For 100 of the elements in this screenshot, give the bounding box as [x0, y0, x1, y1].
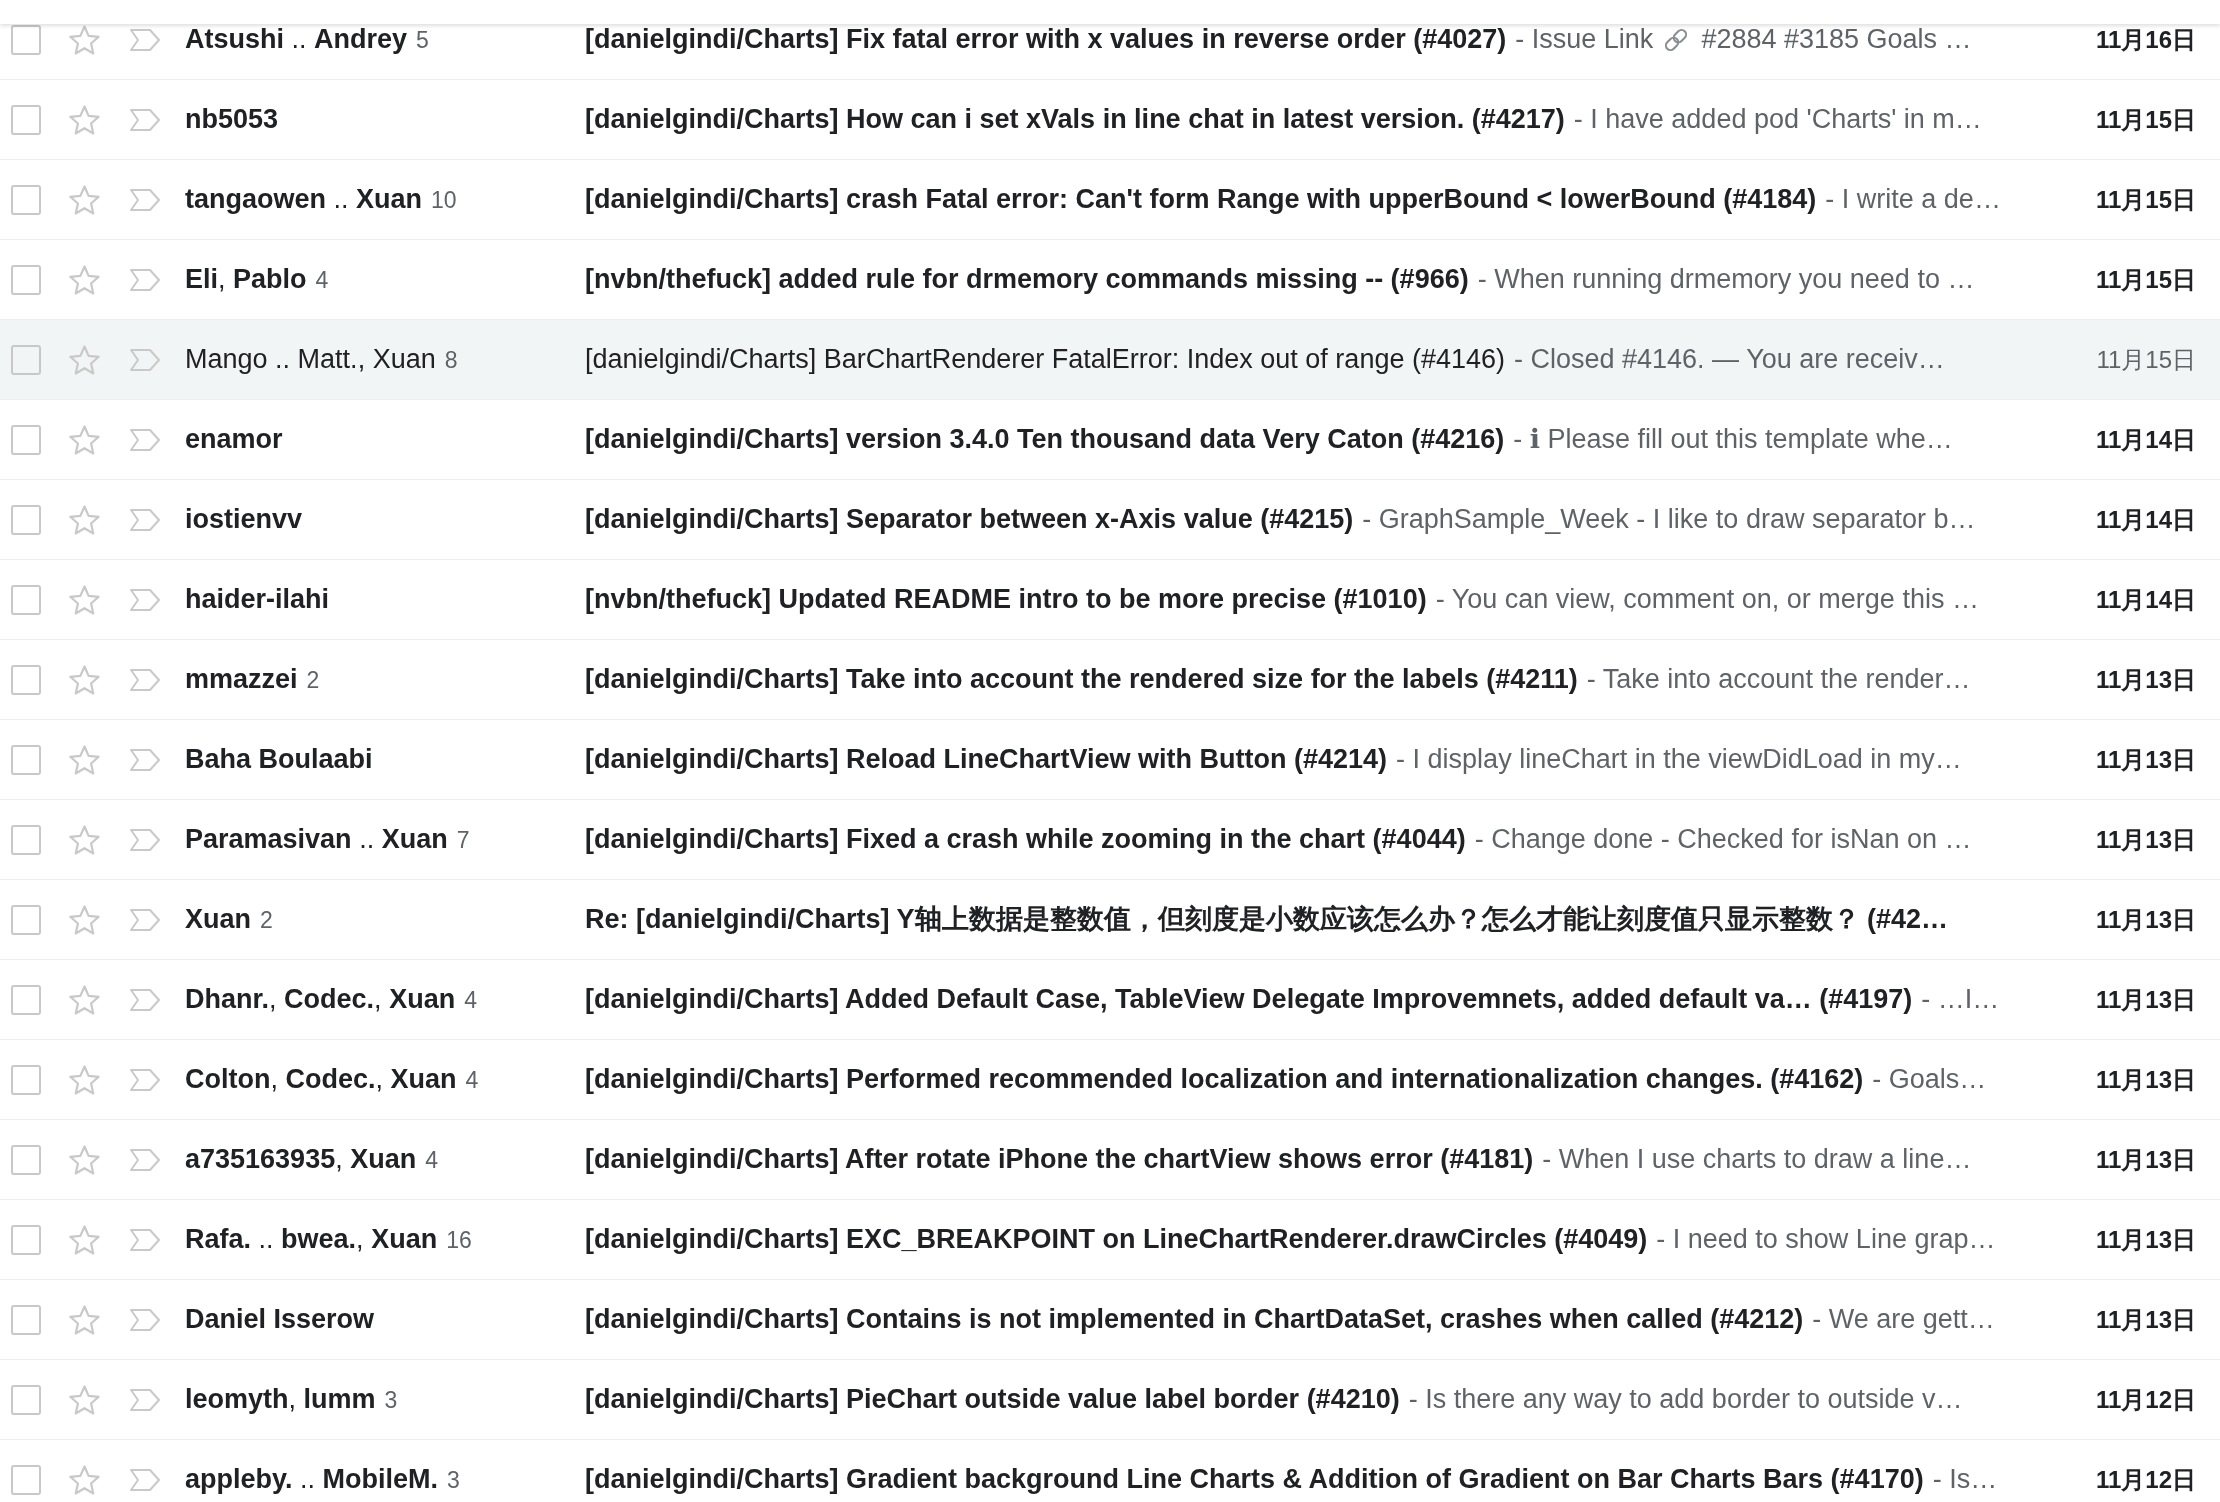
checkbox[interactable] [11, 1144, 41, 1175]
thread-count: 4 [425, 1149, 438, 1172]
email-snippet: - When running drmemory you need to … [1477, 266, 1975, 293]
star-icon[interactable] [69, 264, 100, 295]
sender-names: Atsushi .. Andrey [185, 26, 408, 53]
thread-count: 2 [260, 909, 273, 932]
tag-icon[interactable] [129, 1147, 161, 1172]
star-icon[interactable] [69, 1144, 100, 1175]
email-subject: [danielgindi/Charts] How can i set xVals in line chat in latest version. (#4217) [585, 106, 1565, 133]
thread-count: 16 [446, 1229, 472, 1252]
checkbox[interactable] [11, 344, 41, 375]
tag-icon[interactable] [129, 587, 161, 612]
star-icon[interactable] [69, 184, 100, 215]
email-subject: [danielgindi/Charts] Fix fatal error with x values in reverse order (#4027) [585, 26, 1507, 53]
email-date: 11月13日 [2095, 827, 2196, 852]
tag-icon[interactable] [129, 1227, 161, 1252]
checkbox[interactable] [11, 744, 41, 775]
star-icon[interactable] [69, 1384, 100, 1415]
sender-names: Colton, Codec., Xuan [185, 1066, 457, 1093]
star-icon[interactable] [69, 1064, 100, 1095]
checkbox[interactable] [11, 424, 41, 455]
email-subject: [danielgindi/Charts] Take into account the rendered size for the labels (#4211) [585, 666, 1578, 693]
tag-icon[interactable] [129, 507, 161, 532]
sender-names: enamor [185, 426, 283, 453]
link-icon [1663, 26, 1690, 53]
star-icon[interactable] [69, 984, 100, 1015]
sender-names: Rafa. .. bwea., Xuan [185, 1226, 438, 1253]
email-date: 11月15日 [2095, 107, 2196, 132]
tag-icon[interactable] [129, 1307, 161, 1332]
checkbox[interactable] [11, 824, 41, 855]
email-snippet: #2884 #3185 Goals … [1701, 26, 1972, 53]
star-icon[interactable] [69, 504, 100, 535]
email-subject: [danielgindi/Charts] Gradient background Line Charts & Addition of Gradient on Bar Charts Bars (#4170) [585, 1466, 1924, 1493]
tag-icon[interactable] [129, 1467, 161, 1492]
star-icon[interactable] [69, 744, 100, 775]
star-icon[interactable] [69, 344, 100, 375]
tag-icon[interactable] [129, 1067, 161, 1092]
checkbox[interactable] [11, 264, 41, 295]
sender-names: Daniel Isserow [185, 1306, 375, 1333]
checkbox[interactable] [11, 104, 41, 135]
checkbox[interactable] [11, 24, 41, 55]
checkbox[interactable] [11, 184, 41, 215]
tag-icon[interactable] [129, 827, 161, 852]
tag-icon[interactable] [129, 907, 161, 932]
thread-count: 8 [444, 349, 458, 372]
tag-icon[interactable] [129, 747, 161, 772]
email-date: 11月14日 [2095, 427, 2196, 452]
star-icon[interactable] [69, 24, 100, 55]
checkbox[interactable] [11, 584, 41, 615]
email-subject: [danielgindi/Charts] After rotate iPhone the chartView shows error (#4181) [585, 1146, 1534, 1173]
email-snippet: - Is there any way to add border to outside v… [1408, 1386, 1963, 1413]
email-date: 11月12日 [2095, 1467, 2196, 1492]
checkbox[interactable] [11, 1464, 41, 1495]
tag-icon[interactable] [129, 107, 161, 132]
email-subject: [nvbn/thefuck] Updated README intro to be more precise (#1010) [585, 586, 1427, 613]
star-icon[interactable] [69, 904, 100, 935]
star-icon[interactable] [69, 664, 100, 695]
star-icon[interactable] [69, 584, 100, 615]
tag-icon[interactable] [129, 267, 161, 292]
email-date: 11月13日 [2095, 1227, 2196, 1252]
email-date: 11月15日 [2096, 347, 2196, 372]
star-icon[interactable] [69, 104, 100, 135]
email-snippet: - Issue Link [1515, 26, 1654, 53]
email-subject: [danielgindi/Charts] Added Default Case, TableView Delegate Improvemnets, added default va… (#4197) [585, 986, 1913, 1013]
tag-icon[interactable] [129, 1387, 161, 1412]
email-snippet: - You can view, comment on, or merge this … [1435, 586, 1979, 613]
email-snippet: - Closed #4146. — You are receiv… [1514, 346, 1945, 373]
star-icon[interactable] [69, 1464, 100, 1495]
checkbox[interactable] [11, 904, 41, 935]
checkbox[interactable] [11, 1064, 41, 1095]
email-date: 11月16日 [2095, 27, 2196, 52]
checkbox[interactable] [11, 1224, 41, 1255]
email-date: 11月15日 [2095, 187, 2196, 212]
email-snippet: - …I… [1921, 986, 2000, 1013]
tag-icon[interactable] [129, 347, 161, 372]
star-icon[interactable] [69, 424, 100, 455]
email-date: 11月13日 [2095, 907, 2196, 932]
tag-icon[interactable] [129, 987, 161, 1012]
email-date: 11月14日 [2095, 587, 2196, 612]
star-icon[interactable] [69, 1304, 100, 1335]
tag-icon[interactable] [129, 667, 161, 692]
sender-names: Baha Boulaabi [185, 746, 373, 773]
star-icon[interactable] [69, 824, 100, 855]
checkbox[interactable] [11, 984, 41, 1015]
checkbox[interactable] [11, 504, 41, 535]
email-row[interactable]: Mango .. Matt., Xuan 8 [danielgindi/Charts] BarChartRenderer FatalError: Index out of range (#4146) - Closed #4146. — You are receiv… 11月15日 [0, 320, 2220, 400]
checkbox[interactable] [11, 664, 41, 695]
tag-icon[interactable] [129, 427, 161, 452]
email-subject: [nvbn/thefuck] added rule for drmemory commands missing -- (#966) [585, 266, 1469, 293]
checkbox[interactable] [11, 1304, 41, 1335]
thread-count: 3 [384, 1389, 398, 1412]
star-icon[interactable] [69, 1224, 100, 1255]
email-row[interactable]: Atsushi .. Andrey 5 [danielgindi/Charts] Fix fatal error with x values in reverse order (#4027) - Issue Link #2884 #3185 Goals … 11月16日 [0, 24, 2220, 80]
checkbox[interactable] [11, 1384, 41, 1415]
email-subject: [danielgindi/Charts] BarChartRenderer FatalError: Index out of range (#4146) [585, 346, 1505, 373]
email-snippet: - I have added pod 'Charts' in m… [1573, 106, 1982, 133]
tag-icon[interactable] [129, 27, 161, 52]
tag-icon[interactable] [129, 187, 161, 212]
email-snippet: - Change done - Checked for isNan on … [1474, 826, 1972, 853]
email-subject: [danielgindi/Charts] Reload LineChartView with Button (#4214) [585, 746, 1388, 773]
